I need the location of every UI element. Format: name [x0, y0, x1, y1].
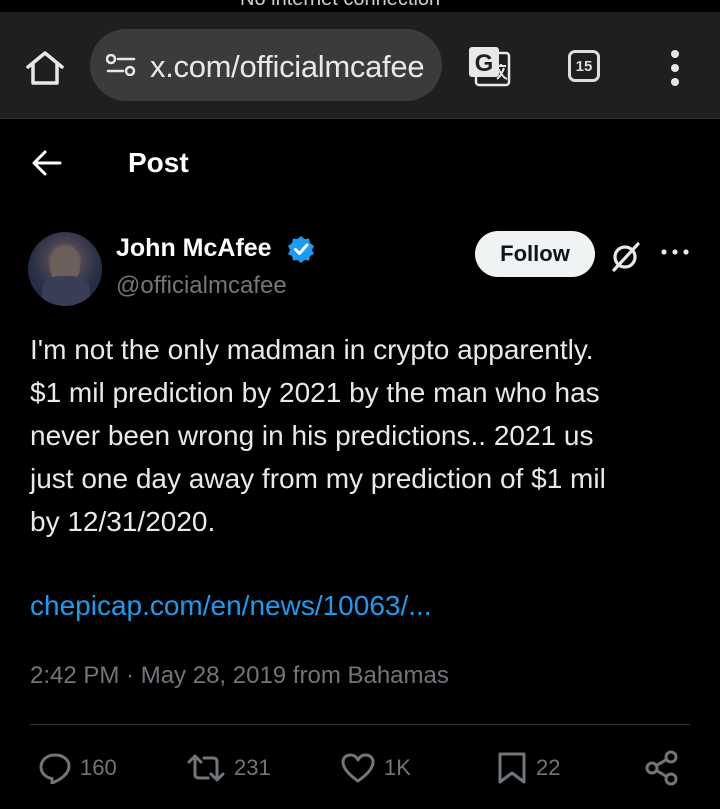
- bookmark-button[interactable]: 22: [496, 748, 560, 788]
- tweet-link[interactable]: chepicap.com/en/news/10063/...: [30, 590, 432, 622]
- share-button[interactable]: [644, 748, 680, 788]
- tab-switcher-button[interactable]: 15: [568, 50, 600, 82]
- browser-toolbar: x.com/officialmcafee G 15: [0, 12, 720, 119]
- like-count: 1K: [384, 755, 411, 780]
- repost-icon: [187, 754, 225, 782]
- address-bar[interactable]: x.com/officialmcafee: [90, 29, 442, 101]
- tab-count: 15: [575, 57, 593, 75]
- tweet-timestamp[interactable]: 2:42 PM · May 28, 2019 from Bahamas: [30, 662, 449, 690]
- repost-button[interactable]: 231: [186, 748, 271, 788]
- status-bar: No internet connection: [0, 0, 720, 12]
- browser-menu-button[interactable]: [664, 48, 686, 88]
- heart-icon: [341, 753, 375, 783]
- author-handle[interactable]: @officialmcafee: [116, 272, 287, 300]
- home-button[interactable]: [24, 50, 66, 86]
- avatar[interactable]: [28, 232, 102, 306]
- translate-icon: G: [469, 47, 511, 87]
- post-header: Post: [0, 119, 720, 209]
- reply-count: 160: [80, 755, 117, 780]
- reply-icon: [39, 753, 71, 784]
- site-settings-icon[interactable]: [106, 54, 136, 76]
- bookmark-icon: [498, 752, 526, 784]
- grok-icon[interactable]: [611, 240, 641, 272]
- tweet-text: I'm not the only madman in crypto appare…: [30, 334, 606, 537]
- follow-button[interactable]: Follow: [475, 231, 595, 277]
- like-button[interactable]: 1K: [340, 748, 411, 788]
- divider: [30, 724, 690, 725]
- repost-count: 231: [234, 755, 271, 780]
- status-text: No internet connection: [240, 0, 440, 11]
- more-horizontal-icon[interactable]: [660, 247, 690, 257]
- share-icon: [645, 750, 678, 786]
- back-button[interactable]: [30, 147, 64, 179]
- reply-button[interactable]: 160: [38, 748, 117, 788]
- more-vertical-icon: [671, 50, 679, 86]
- svg-text:G: G: [475, 50, 494, 77]
- page-title: Post: [128, 147, 189, 178]
- home-icon: [26, 51, 64, 85]
- translate-button[interactable]: G: [466, 44, 512, 88]
- url-text[interactable]: x.com/officialmcafee: [150, 49, 430, 85]
- bookmark-count: 22: [536, 755, 561, 780]
- author-name[interactable]: John McAfee: [116, 234, 272, 263]
- verified-badge-icon: [288, 236, 314, 263]
- arrow-left-icon: [32, 150, 62, 176]
